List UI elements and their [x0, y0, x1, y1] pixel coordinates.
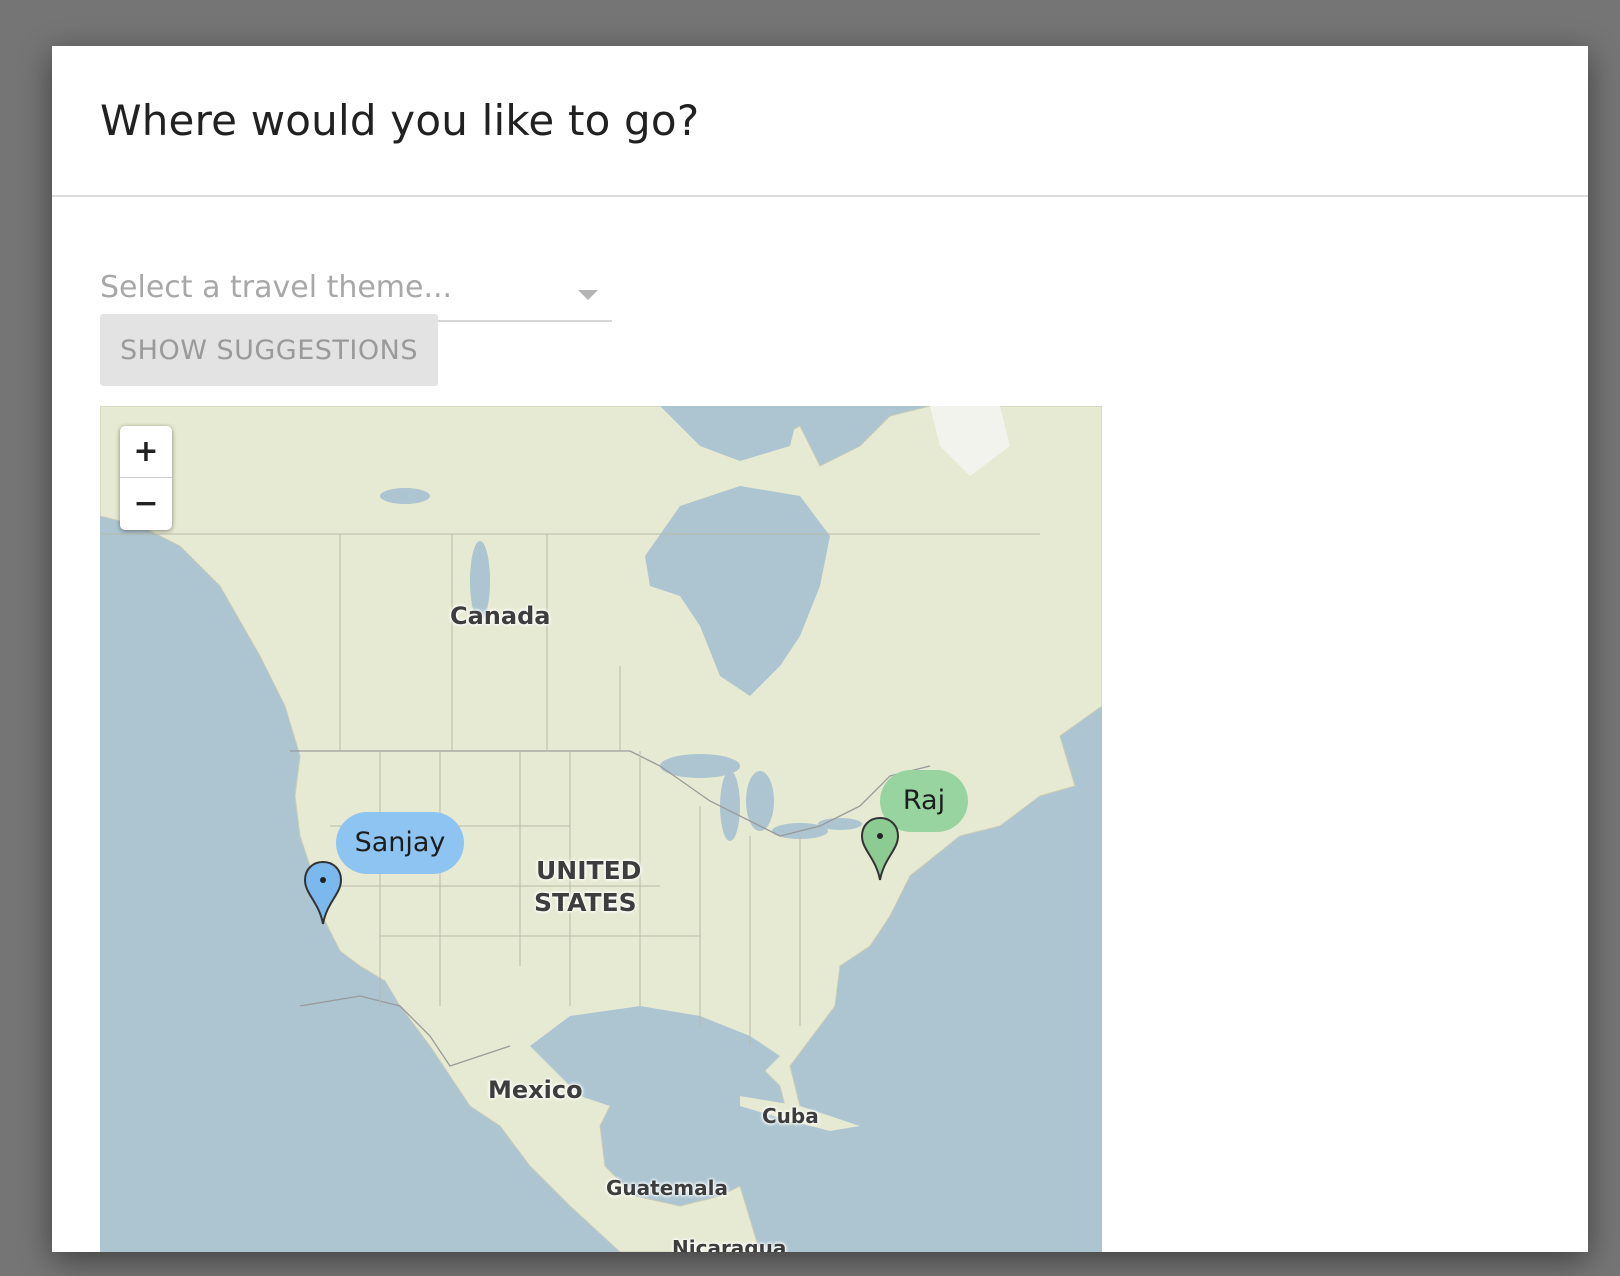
map-pin-icon[interactable] — [860, 816, 900, 882]
map-label-cuba: Cuba — [762, 1104, 819, 1128]
map-label-nicaragua: Nicaragua — [672, 1236, 787, 1252]
map-basemap — [100, 406, 1102, 1252]
show-suggestions-button[interactable]: SHOW SUGGESTIONS — [100, 314, 438, 386]
map-view[interactable]: + − Canada UNITED STATES Mexico Cuba Gua… — [100, 406, 1102, 1252]
dropdown-arrow-icon — [578, 290, 598, 300]
marker-label-sanjay[interactable]: Sanjay — [336, 812, 464, 874]
travel-theme-placeholder: Select a travel theme... — [100, 270, 453, 305]
zoom-in-button[interactable]: + — [120, 426, 172, 478]
travel-theme-select[interactable]: Select a travel theme... — [100, 222, 612, 322]
travel-dialog: Where would you like to go? Select a tra… — [52, 46, 1588, 1252]
map-label-united: UNITED — [536, 856, 642, 885]
zoom-control: + − — [120, 426, 172, 530]
map-label-guatemala: Guatemala — [606, 1176, 728, 1200]
dialog-title: Where would you like to go? — [100, 96, 700, 145]
map-label-canada: Canada — [450, 602, 551, 630]
zoom-out-button[interactable]: − — [120, 478, 172, 529]
map-pin-icon[interactable] — [303, 860, 343, 926]
map-label-mexico: Mexico — [488, 1076, 583, 1104]
dialog-header: Where would you like to go? — [52, 46, 1588, 197]
map-label-states: STATES — [534, 888, 637, 917]
